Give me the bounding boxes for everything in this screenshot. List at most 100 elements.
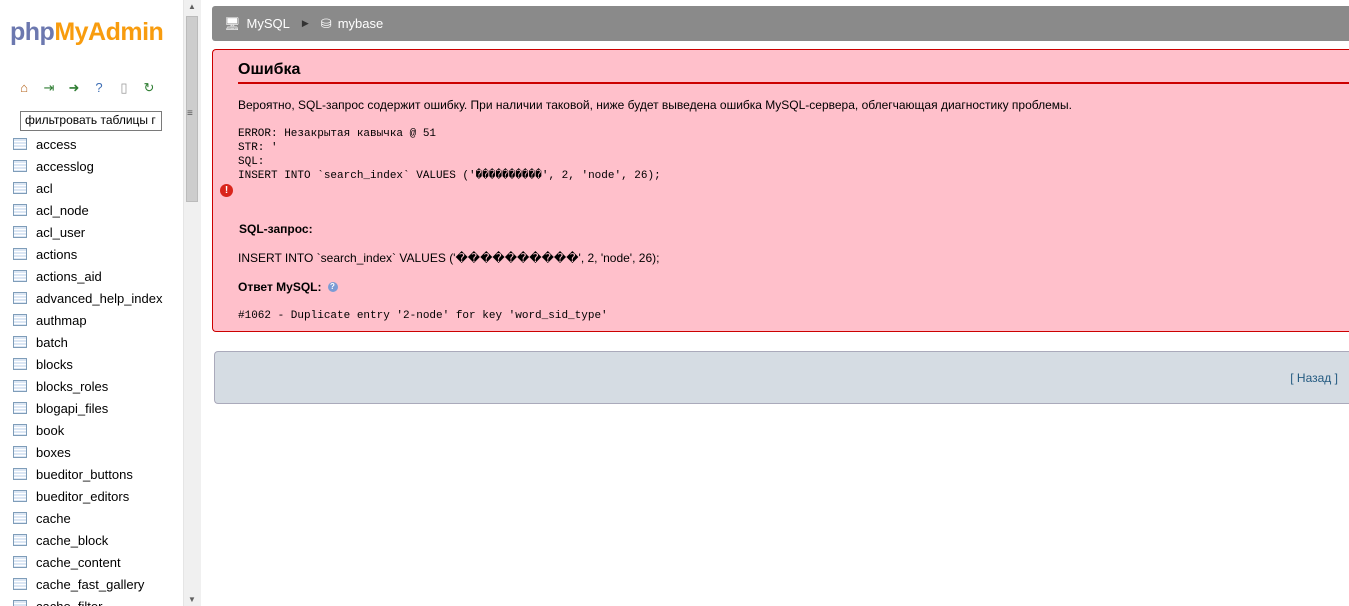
table-name[interactable]: bueditor_editors: [36, 489, 129, 504]
help-icon[interactable]: ?: [91, 80, 107, 96]
table-name[interactable]: cache: [36, 511, 71, 526]
error-message: Вероятно, SQL-запрос содержит ошибку. Пр…: [238, 98, 1072, 112]
table-item[interactable]: advanced_help_index: [13, 287, 163, 309]
server-icon: 🖥: [224, 15, 241, 31]
sql-query-text: INSERT INTO `search_index` VALUES ('����…: [238, 251, 660, 265]
table-name[interactable]: actions_aid: [36, 269, 102, 284]
breadcrumb-arrow-icon: ▶: [301, 18, 309, 28]
table-icon[interactable]: [13, 556, 27, 568]
scroll-down-icon[interactable]: ▼: [188, 595, 196, 604]
nav-scrollbar[interactable]: ▲ ▼: [183, 0, 201, 606]
table-name[interactable]: batch: [36, 335, 68, 350]
table-icon[interactable]: [13, 534, 27, 546]
table-item[interactable]: accesslog: [13, 155, 163, 177]
table-item[interactable]: actions_aid: [13, 265, 163, 287]
table-item[interactable]: blogapi_files: [13, 397, 163, 419]
table-icon[interactable]: [13, 248, 27, 260]
breadcrumb-server[interactable]: MySQL: [247, 16, 290, 31]
error-icon: !: [220, 184, 233, 197]
table-icon[interactable]: [13, 446, 27, 458]
database-icon: ⛁: [320, 15, 332, 31]
table-item[interactable]: acl_node: [13, 199, 163, 221]
table-name[interactable]: cache_filter: [36, 599, 102, 606]
panel-resizer-icon[interactable]: ≡: [187, 108, 193, 119]
breadcrumb: 🖥 MySQL ▶ ⛁ mybase: [212, 6, 1349, 41]
table-item[interactable]: bueditor_buttons: [13, 463, 163, 485]
table-item[interactable]: access: [13, 133, 163, 155]
table-icon[interactable]: [13, 270, 27, 282]
nav-toolbar: ⌂ ⇥ ➜ ? ▯ ↻: [16, 80, 157, 96]
breadcrumb-database[interactable]: mybase: [338, 16, 384, 31]
table-name[interactable]: bueditor_buttons: [36, 467, 133, 482]
phpmyadmin-logo[interactable]: phpMyAdmin: [10, 18, 164, 47]
table-item[interactable]: cache_block: [13, 529, 163, 551]
table-name[interactable]: acl: [36, 181, 53, 196]
table-icon[interactable]: [13, 402, 27, 414]
table-item[interactable]: blocks: [13, 353, 163, 375]
table-name[interactable]: acl_user: [36, 225, 85, 240]
table-item[interactable]: cache_filter: [13, 595, 163, 606]
table-icon[interactable]: [13, 138, 27, 150]
table-item[interactable]: book: [13, 419, 163, 441]
table-icon[interactable]: [13, 468, 27, 480]
table-name[interactable]: blocks: [36, 357, 73, 372]
table-list: access accesslog acl acl_node acl_useraction…: [13, 133, 163, 606]
table-icon[interactable]: [13, 358, 27, 370]
sql-query-heading: SQL-запрос:: [239, 222, 313, 236]
table-name[interactable]: cache_content: [36, 555, 121, 570]
table-name[interactable]: authmap: [36, 313, 87, 328]
back-link[interactable]: Назад: [1297, 371, 1331, 385]
table-icon[interactable]: [13, 226, 27, 238]
error-title-rule: [238, 82, 1349, 84]
table-filter-input[interactable]: фильтровать таблицы г: [20, 111, 162, 131]
table-icon[interactable]: [13, 600, 27, 606]
sql-icon[interactable]: ➜: [66, 80, 82, 96]
table-item[interactable]: acl: [13, 177, 163, 199]
docs-icon[interactable]: ▯: [116, 80, 132, 96]
table-item[interactable]: actions: [13, 243, 163, 265]
table-name[interactable]: blogapi_files: [36, 401, 108, 416]
table-icon[interactable]: [13, 578, 27, 590]
table-name[interactable]: blocks_roles: [36, 379, 108, 394]
table-name[interactable]: cache_fast_gallery: [36, 577, 144, 592]
table-icon[interactable]: [13, 490, 27, 502]
table-icon[interactable]: [13, 512, 27, 524]
exit-icon[interactable]: ⇥: [41, 80, 57, 96]
navigation-panel: phpMyAdmin ⌂ ⇥ ➜ ? ▯ ↻ фильтровать табли…: [0, 0, 183, 606]
table-icon[interactable]: [13, 336, 27, 348]
table-icon[interactable]: [13, 380, 27, 392]
table-item[interactable]: batch: [13, 331, 163, 353]
reload-icon[interactable]: ↻: [141, 80, 157, 96]
table-name[interactable]: access: [36, 137, 76, 152]
table-name[interactable]: acl_node: [36, 203, 89, 218]
table-name[interactable]: actions: [36, 247, 77, 262]
table-item[interactable]: blocks_roles: [13, 375, 163, 397]
table-item[interactable]: cache: [13, 507, 163, 529]
error-box: Ошибка Вероятно, SQL-запрос содержит оши…: [212, 49, 1349, 332]
table-name[interactable]: advanced_help_index: [36, 291, 163, 306]
table-icon[interactable]: [13, 292, 27, 304]
table-item[interactable]: bueditor_editors: [13, 485, 163, 507]
table-icon[interactable]: [13, 424, 27, 436]
table-item[interactable]: boxes: [13, 441, 163, 463]
table-item[interactable]: cache_fast_gallery: [13, 573, 163, 595]
home-icon[interactable]: ⌂: [16, 80, 32, 96]
table-name[interactable]: cache_block: [36, 533, 108, 548]
mysql-response-code: #1062 - Duplicate entry '2-node' for key…: [238, 310, 608, 322]
scroll-up-icon[interactable]: ▲: [188, 2, 196, 11]
table-name[interactable]: boxes: [36, 445, 71, 460]
error-detail: ERROR: Незакрытая кавычка @ 51 STR: ' SQ…: [238, 128, 661, 182]
table-name[interactable]: book: [36, 423, 64, 438]
back-link-wrapper: [ Назад ]: [1290, 371, 1338, 385]
help-icon[interactable]: ?: [327, 282, 338, 292]
table-icon[interactable]: [13, 204, 27, 216]
table-item[interactable]: authmap: [13, 309, 163, 331]
error-title: Ошибка: [238, 61, 301, 78]
table-icon[interactable]: [13, 314, 27, 326]
table-icon[interactable]: [13, 160, 27, 172]
table-item[interactable]: acl_user: [13, 221, 163, 243]
table-icon[interactable]: [13, 182, 27, 194]
table-name[interactable]: accesslog: [36, 159, 94, 174]
back-panel: [ Назад ]: [214, 351, 1349, 404]
table-item[interactable]: cache_content: [13, 551, 163, 573]
